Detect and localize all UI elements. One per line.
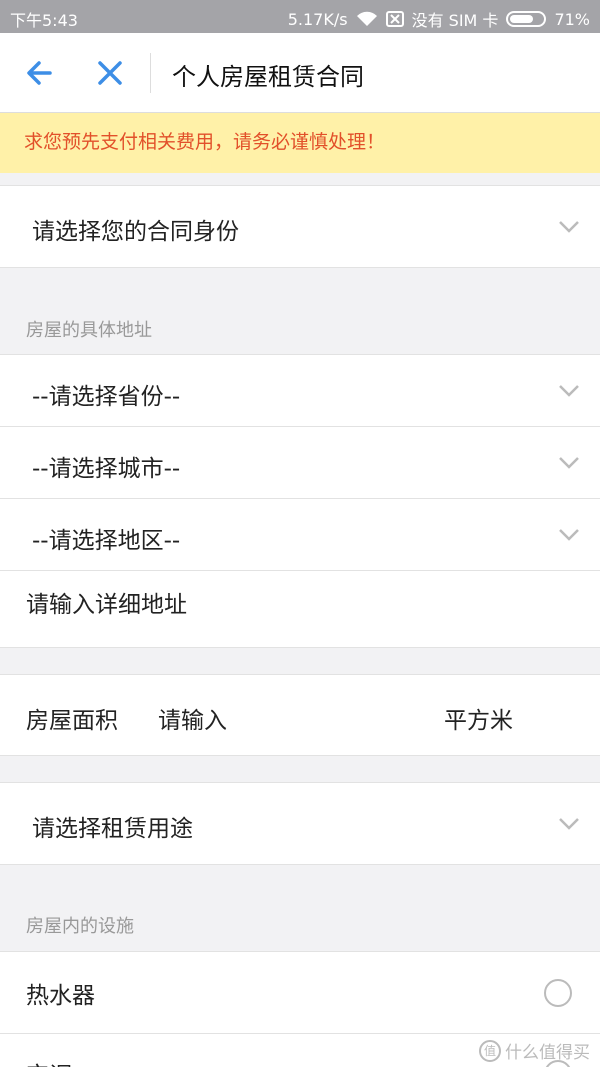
city-select[interactable]: --请选择城市-- <box>0 427 600 498</box>
detail-address-input[interactable]: 请输入详细地址 <box>0 571 600 647</box>
watermark-text: 什么值得买 <box>505 1043 590 1063</box>
facility-item-water-heater[interactable]: 热水器 <box>0 952 600 1033</box>
nav-bar: 个人房屋租赁合同 <box>0 33 600 113</box>
facility-label: 热水器 <box>26 983 95 1009</box>
divider <box>0 864 600 865</box>
watermark-logo-icon: 值 <box>479 1039 501 1062</box>
district-select[interactable]: --请选择地区-- <box>0 499 600 570</box>
area-unit: 平方米 <box>444 708 513 734</box>
city-select-label: --请选择城市-- <box>32 456 181 482</box>
divider <box>0 755 600 756</box>
warning-notice: 求您预先支付相关费用，请务必谨慎处理！ <box>0 113 600 173</box>
usage-select[interactable]: 请选择租赁用途 <box>0 783 600 864</box>
chevron-down-icon <box>559 818 579 830</box>
facilities-section-title: 房屋内的设施 <box>26 916 134 937</box>
area-row: 房屋面积 请输入 平方米 <box>0 675 600 755</box>
chevron-down-icon <box>559 457 579 469</box>
close-icon[interactable] <box>92 55 128 91</box>
sim-status-text: 没有 SIM 卡 <box>411 11 499 30</box>
chevron-down-icon <box>559 529 579 541</box>
identity-select-label: 请选择您的合同身份 <box>32 219 239 245</box>
nav-divider <box>150 53 151 93</box>
chevron-down-icon <box>559 385 579 397</box>
divider <box>0 267 600 268</box>
wifi-icon <box>356 11 378 27</box>
facility-label: 空调 <box>26 1056 72 1067</box>
status-bar: 下午5:43 5.17K/s 没有 SIM 卡 71% <box>0 0 600 33</box>
divider <box>0 647 600 648</box>
identity-select[interactable]: 请选择您的合同身份 <box>0 186 600 267</box>
province-select[interactable]: --请选择省份-- <box>0 355 600 426</box>
province-select-label: --请选择省份-- <box>32 384 181 410</box>
area-input[interactable]: 请输入 <box>158 701 227 735</box>
battery-percent: 71% <box>554 9 590 29</box>
area-label: 房屋面积 <box>26 708 118 734</box>
network-speed: 5.17K/s <box>287 9 348 29</box>
address-section-title: 房屋的具体地址 <box>26 320 152 341</box>
battery-icon <box>506 11 547 27</box>
facility-radio[interactable] <box>544 979 572 1007</box>
status-time: 下午5:43 <box>10 11 78 30</box>
no-sim-icon <box>385 11 404 27</box>
page-title: 个人房屋租赁合同 <box>172 63 364 91</box>
usage-select-label: 请选择租赁用途 <box>32 816 193 842</box>
detail-address-placeholder: 请输入详细地址 <box>26 592 187 618</box>
chevron-down-icon <box>559 221 579 233</box>
back-icon[interactable] <box>22 55 58 91</box>
district-select-label: --请选择地区-- <box>32 528 181 554</box>
watermark: 值 什么值得买 <box>479 1038 590 1063</box>
